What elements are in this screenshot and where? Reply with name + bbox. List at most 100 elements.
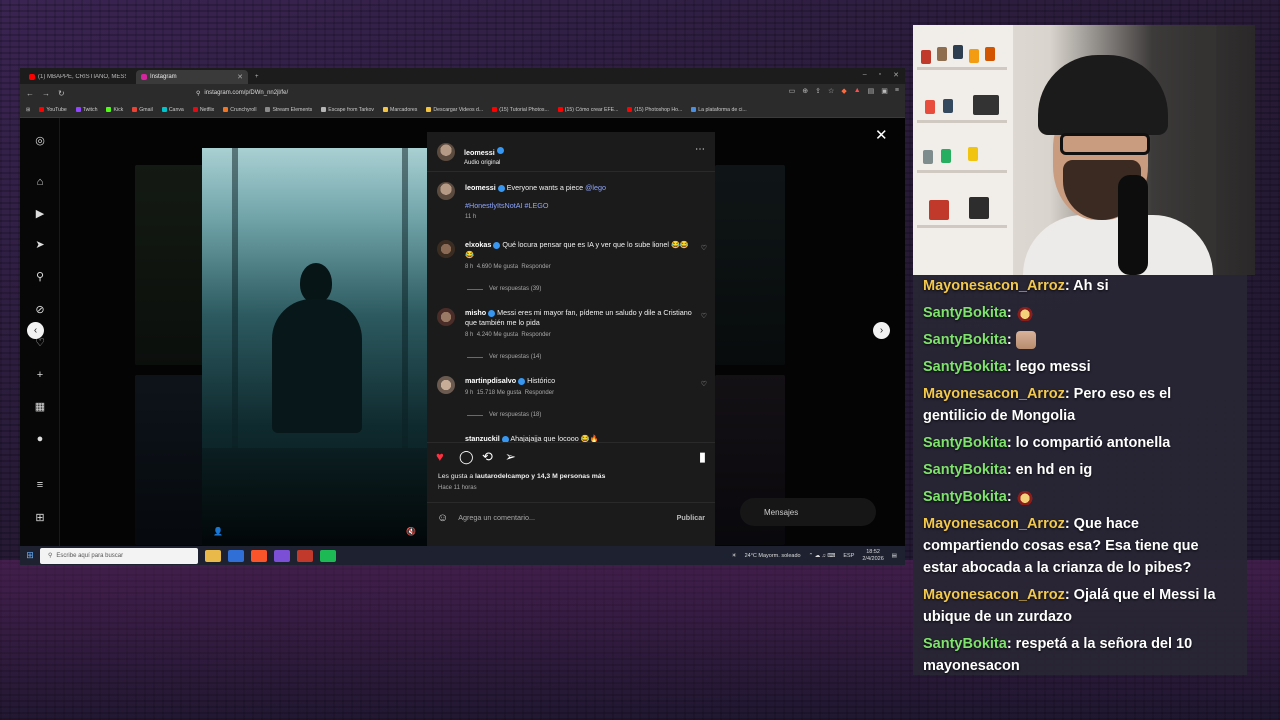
audio-label[interactable]: Audio original	[464, 160, 504, 166]
comment-input[interactable]: Agrega un comentario...	[458, 513, 666, 522]
spotify-icon[interactable]	[320, 549, 336, 562]
bookmark-item[interactable]: Crunchyroll	[223, 107, 256, 113]
messages-button[interactable]: Mensajes	[740, 498, 876, 526]
dashboard-icon[interactable]: ▦	[33, 400, 47, 414]
share-icon[interactable]: ➢	[505, 449, 516, 465]
site-info-icon[interactable]: ⚲	[196, 90, 200, 97]
taskbar-search[interactable]: ⚲ Escribe aquí para buscar	[40, 547, 198, 564]
obs-icon[interactable]	[297, 549, 313, 562]
more-options-icon[interactable]: ⋯	[695, 144, 705, 155]
profile-icon[interactable]: ●	[33, 432, 47, 446]
weather-text[interactable]: 24°C Mayorm. soleado	[745, 553, 801, 559]
publish-button[interactable]: Publicar	[677, 513, 705, 522]
chat-username[interactable]: SantyBokita	[923, 462, 1007, 478]
reload-icon[interactable]: ↻	[58, 89, 65, 98]
view-replies[interactable]: Ver respuestas (39)	[467, 286, 541, 292]
chat-username[interactable]: SantyBokita	[923, 305, 1007, 321]
brave-icon[interactable]	[251, 549, 267, 562]
emoji-icon[interactable]: ☺	[437, 512, 448, 524]
tray-icons[interactable]: ⌃ ☁ ♫ ⌨	[809, 553, 836, 559]
direct-icon[interactable]: ➤	[33, 238, 47, 252]
post-video[interactable]: 👤 🔇	[202, 148, 428, 546]
address-bar[interactable]: ⚲ instagram.com/p/DWn_nn2jl/fe/	[190, 86, 690, 100]
bookmark-item[interactable]: Twitch	[75, 107, 97, 113]
instagram-logo-icon[interactable]: ◎	[33, 134, 47, 148]
close-tab-icon[interactable]: ✕	[237, 73, 243, 81]
apps-icon[interactable]: ⊞	[26, 107, 30, 113]
likes-count[interactable]: y 14,3 M personas más	[529, 473, 605, 480]
comment-author[interactable]: martinpdisalvo	[465, 376, 516, 385]
chat-username[interactable]: SantyBokita	[923, 359, 1007, 375]
comment-author[interactable]: misho	[465, 308, 486, 317]
share-icon[interactable]: ⇪	[815, 87, 821, 95]
shield-icon[interactable]: ◆	[841, 87, 846, 95]
post-author[interactable]: leomessi	[464, 148, 495, 157]
avatar[interactable]	[437, 240, 455, 258]
next-post-icon[interactable]: ›	[873, 322, 890, 339]
mute-icon[interactable]: 🔇	[406, 527, 416, 536]
sidebar-icon[interactable]: ▤	[868, 87, 875, 95]
bookmark-item[interactable]: Marcadores	[383, 107, 417, 113]
caption-mention[interactable]: @lego	[585, 183, 606, 192]
bookmark-item[interactable]: La plataforma de ci...	[691, 107, 747, 113]
comment-author[interactable]: elxokas	[465, 240, 491, 249]
wallet-icon[interactable]: ▣	[881, 87, 888, 95]
menu-icon[interactable]: ≡	[895, 87, 899, 95]
extension-icon[interactable]: ▲	[854, 87, 861, 95]
maximize-icon[interactable]: ▫	[879, 71, 881, 79]
forward-icon[interactable]: →	[42, 89, 50, 98]
windows-start-icon[interactable]: ⊞	[20, 550, 40, 561]
bookmark-item[interactable]: (15) Tutorial Photos...	[492, 107, 549, 113]
language-indicator[interactable]: ESP	[843, 553, 854, 559]
chat-username[interactable]: SantyBokita	[923, 332, 1007, 348]
view-replies[interactable]: Ver respuestas (18)	[467, 412, 541, 418]
repost-icon[interactable]: ⟲	[482, 449, 493, 465]
tab-youtube[interactable]: (1) MBAPPÉ, CRISTIANO, MESSI Y VI...	[24, 70, 136, 84]
reply-button[interactable]: Responder	[521, 264, 550, 270]
caption-hashtags[interactable]: #HonestlyItsNotAI #LEGO	[465, 201, 700, 211]
bookmark-star-icon[interactable]: ☆	[828, 87, 834, 95]
avatar[interactable]	[437, 308, 455, 326]
like-comment-icon[interactable]: ♡	[701, 380, 707, 388]
chat-username[interactable]: SantyBokita	[923, 489, 1007, 505]
chat-username[interactable]: Mayonesacon_Arroz	[923, 278, 1065, 294]
reels-icon[interactable]: ▶	[33, 207, 47, 221]
previous-post-icon[interactable]: ‹	[27, 322, 44, 339]
bookmark-item[interactable]: (15) Photoshop Ho...	[627, 107, 682, 113]
liked-by-user[interactable]: lautarodelcampo	[475, 473, 529, 480]
like-comment-icon[interactable]: ♡	[701, 312, 707, 320]
reply-button[interactable]: Responder	[525, 390, 554, 396]
search-icon[interactable]: ⚲	[33, 270, 47, 284]
home-icon[interactable]: ⌂	[33, 175, 47, 189]
photoshop-icon[interactable]	[228, 549, 244, 562]
bookmark-item[interactable]: Gmail	[132, 107, 153, 113]
notifications-icon[interactable]: ▤	[892, 553, 897, 559]
view-replies[interactable]: Ver respuestas (14)	[467, 354, 541, 360]
tab-instagram[interactable]: Instagram ✕	[136, 70, 248, 84]
caption-author[interactable]: leomessi	[465, 183, 496, 192]
like-comment-icon[interactable]: ♡	[701, 244, 707, 252]
bookmark-item[interactable]: Kick	[106, 107, 123, 113]
create-icon[interactable]: +	[33, 368, 47, 382]
bookmark-item[interactable]: YouTube	[39, 107, 67, 113]
screenshot-icon[interactable]: ▭	[789, 87, 796, 95]
app-icon[interactable]	[274, 549, 290, 562]
back-icon[interactable]: ←	[26, 89, 34, 98]
minimize-icon[interactable]: –	[863, 71, 867, 79]
comment-likes[interactable]: 4.690 Me gusta	[477, 264, 518, 270]
comment-author[interactable]: stanzuckil	[465, 434, 500, 442]
avatar[interactable]	[437, 143, 455, 161]
clock[interactable]: 18:52 2/4/2026	[862, 549, 883, 563]
apps-icon[interactable]: ⊞	[33, 511, 47, 525]
bookmark-item[interactable]: (15) Cómo crear EFE...	[557, 107, 618, 113]
like-heart-icon[interactable]: ♥	[436, 449, 444, 464]
chat-username[interactable]: SantyBokita	[923, 435, 1007, 451]
chat-username[interactable]: Mayonesacon_Arroz	[923, 516, 1065, 532]
likes-summary[interactable]: Les gusta a lautarodelcampo y 14,3 M per…	[438, 473, 605, 480]
zoom-icon[interactable]: ⊕	[802, 87, 808, 95]
chat-username[interactable]: Mayonesacon_Arroz	[923, 386, 1065, 402]
close-window-icon[interactable]: ✕	[893, 71, 899, 79]
avatar[interactable]	[437, 182, 455, 200]
new-tab-button[interactable]: +	[250, 70, 264, 84]
tagged-user-icon[interactable]: 👤	[213, 527, 223, 536]
